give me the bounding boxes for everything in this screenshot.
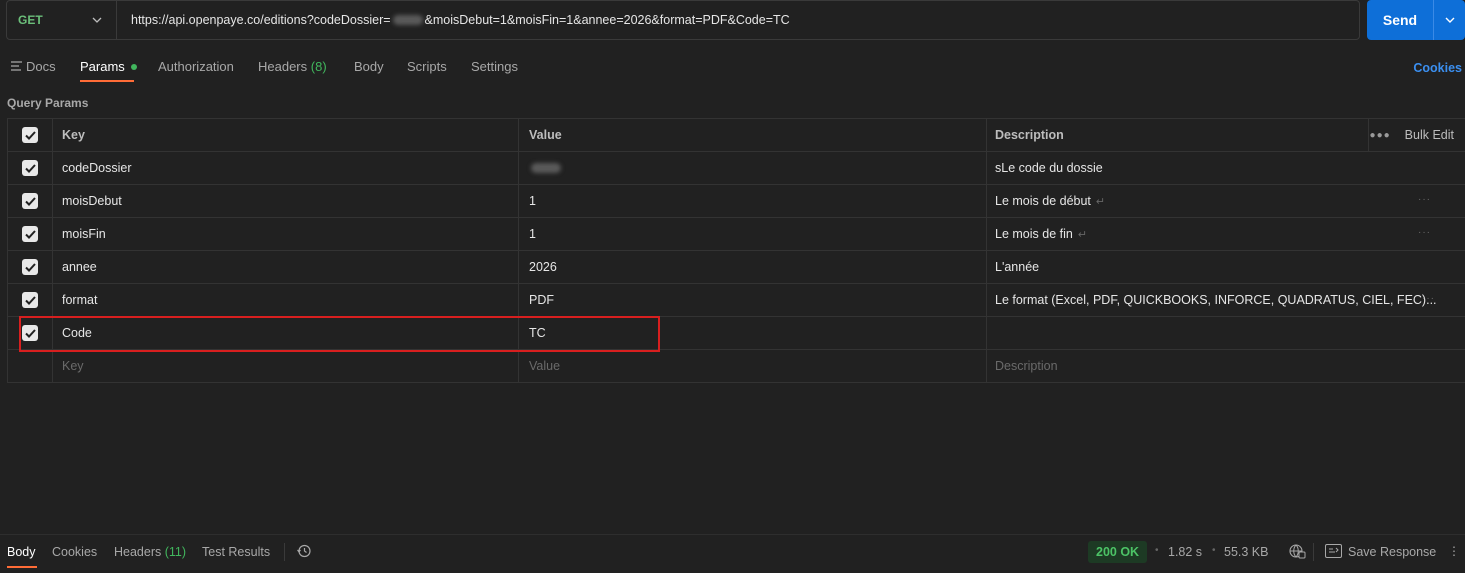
- response-tab-body[interactable]: Body: [7, 545, 36, 559]
- bulk-edit-button[interactable]: ●●● Bulk Edit: [1368, 119, 1465, 151]
- response-tab-test-results[interactable]: Test Results: [202, 545, 270, 559]
- method-label: GET: [18, 13, 43, 27]
- param-value[interactable]: 2026: [519, 251, 987, 283]
- param-key[interactable]: annee: [53, 251, 519, 283]
- table-row: format PDF Le format (Excel, PDF, QUICKB…: [8, 284, 1465, 317]
- tab-params[interactable]: Params: [80, 59, 137, 74]
- more-options-icon[interactable]: ⋮: [1448, 544, 1460, 558]
- send-button[interactable]: Send: [1367, 0, 1465, 40]
- column-header-key: Key: [53, 119, 519, 151]
- new-key-input[interactable]: Key: [53, 350, 519, 382]
- table-header-row: Key Value Description ●●● Bulk Edit: [8, 119, 1465, 152]
- url-prefix: https://api.openpaye.co/editions?codeDos…: [131, 13, 391, 27]
- table-row: codeDossier sLe code du dossie: [8, 152, 1465, 185]
- highlight-box: [19, 316, 660, 352]
- history-icon[interactable]: [296, 543, 312, 559]
- tab-authorization[interactable]: Authorization: [158, 59, 234, 74]
- row-more-icon[interactable]: ···: [1418, 194, 1431, 205]
- chevron-down-icon: [92, 17, 102, 23]
- row-checkbox[interactable]: [22, 292, 38, 308]
- row-checkbox[interactable]: [22, 226, 38, 242]
- param-description[interactable]: Le format (Excel, PDF, QUICKBOOKS, INFOR…: [987, 284, 1465, 316]
- param-key[interactable]: format: [53, 284, 519, 316]
- response-time[interactable]: 1.82 s: [1168, 545, 1202, 559]
- redacted-value: [392, 15, 423, 25]
- table-row: annee 2026 L'année: [8, 251, 1465, 284]
- param-description[interactable]: Le mois de début ↵: [987, 185, 1465, 217]
- row-more-icon[interactable]: ···: [1418, 227, 1431, 238]
- new-value-input[interactable]: Value: [519, 350, 987, 382]
- params-active-dot: [130, 63, 137, 70]
- status-badge[interactable]: 200 OK: [1088, 541, 1148, 563]
- network-globe-icon[interactable]: [1288, 543, 1306, 559]
- row-more-icon[interactable]: ···: [1422, 293, 1435, 304]
- return-icon: ↵: [1077, 228, 1088, 241]
- param-description[interactable]: sLe code du dossie: [987, 152, 1465, 184]
- save-response-button[interactable]: Save Response: [1348, 545, 1436, 559]
- param-description[interactable]: [987, 317, 1465, 349]
- return-icon: ↵: [1095, 195, 1106, 208]
- param-value[interactable]: 1: [519, 185, 987, 217]
- response-bar: Body Cookies Headers (11) Test Results 2…: [0, 534, 1465, 573]
- row-checkbox[interactable]: [22, 259, 38, 275]
- method-select[interactable]: GET: [7, 1, 117, 39]
- active-tab-indicator: [80, 80, 134, 82]
- tab-scripts[interactable]: Scripts: [407, 59, 447, 74]
- new-description-input[interactable]: Description: [987, 350, 1465, 382]
- docs-icon: [11, 61, 22, 71]
- param-value[interactable]: [519, 152, 987, 184]
- redacted-value: [531, 163, 561, 173]
- select-all-checkbox[interactable]: [22, 127, 38, 143]
- row-checkbox[interactable]: [22, 160, 38, 176]
- tab-headers[interactable]: Headers (8): [258, 59, 327, 74]
- tab-body[interactable]: Body: [354, 59, 384, 74]
- more-icon: ●●●: [1369, 129, 1391, 141]
- tab-settings[interactable]: Settings: [471, 59, 518, 74]
- send-label: Send: [1382, 12, 1418, 28]
- table-row: moisFin 1 Le mois de fin ↵ ···: [8, 218, 1465, 251]
- param-description[interactable]: Le mois de fin ↵: [987, 218, 1465, 250]
- cookies-link[interactable]: Cookies: [1413, 61, 1462, 75]
- response-size[interactable]: 55.3 KB: [1224, 545, 1268, 559]
- send-options-chevron-icon[interactable]: [1434, 0, 1465, 40]
- url-input[interactable]: https://api.openpaye.co/editions?codeDos…: [117, 13, 790, 27]
- param-key[interactable]: moisFin: [53, 218, 519, 250]
- row-checkbox[interactable]: [22, 193, 38, 209]
- request-bar: GET https://api.openpaye.co/editions?cod…: [6, 0, 1360, 40]
- response-tab-headers[interactable]: Headers (11): [114, 545, 186, 559]
- column-header-value: Value: [519, 119, 987, 151]
- url-suffix: &moisDebut=1&moisFin=1&annee=2026&format…: [424, 13, 790, 27]
- tab-docs[interactable]: Docs: [11, 59, 56, 74]
- active-response-tab-indicator: [7, 566, 37, 568]
- param-value[interactable]: 1: [519, 218, 987, 250]
- table-row-new: Key Value Description: [8, 350, 1465, 383]
- query-params-title: Query Params: [7, 96, 89, 110]
- response-tab-cookies[interactable]: Cookies: [52, 545, 97, 559]
- param-description[interactable]: L'année: [987, 251, 1465, 283]
- table-row: moisDebut 1 Le mois de début ↵ ···: [8, 185, 1465, 218]
- save-response-icon: [1325, 544, 1342, 558]
- param-value[interactable]: PDF: [519, 284, 987, 316]
- param-key[interactable]: moisDebut: [53, 185, 519, 217]
- param-key[interactable]: codeDossier: [53, 152, 519, 184]
